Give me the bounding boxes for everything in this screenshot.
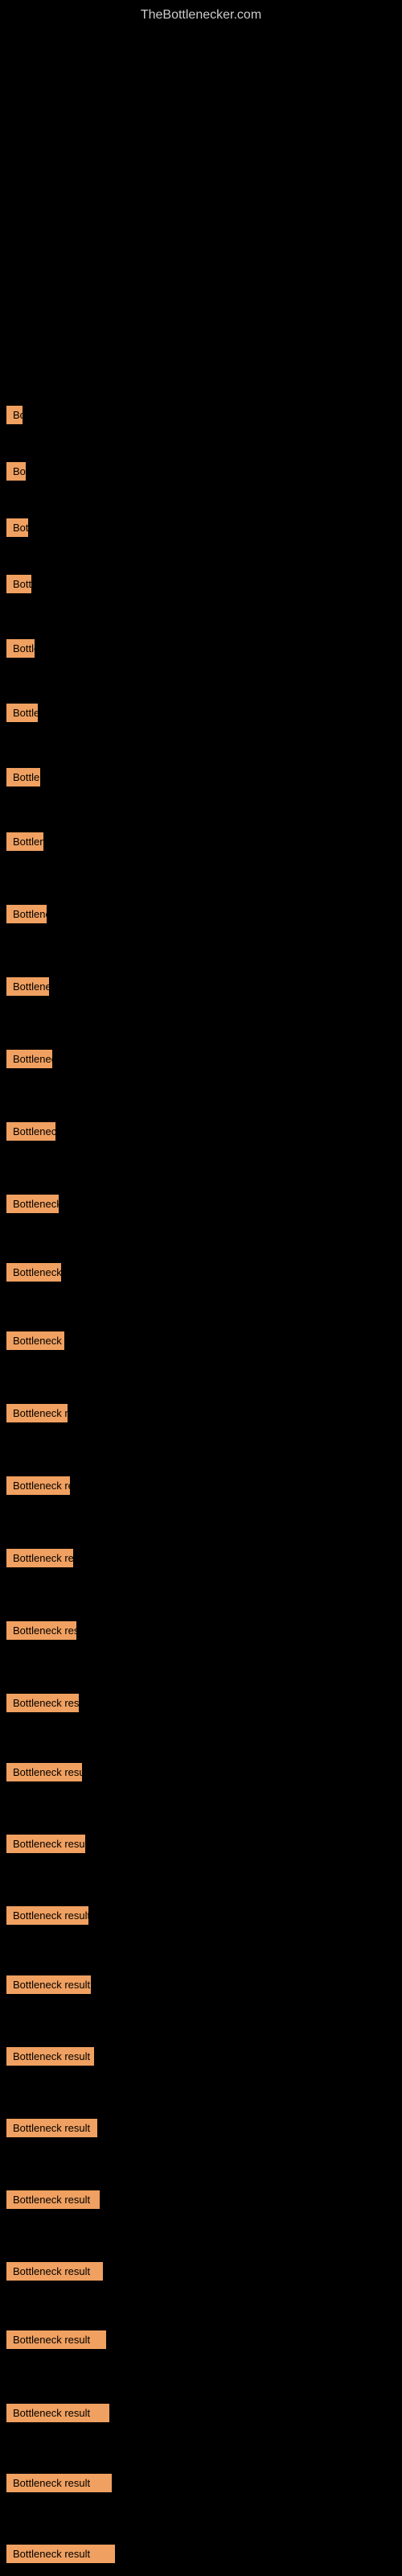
list-item: Bottleneck result	[3, 972, 49, 1005]
list-item: Bottleneck result	[3, 2114, 97, 2146]
bottleneck-bar: Bottleneck result	[6, 1122, 55, 1141]
bottleneck-bar: Bottleneck result	[6, 1263, 61, 1282]
bottleneck-bar: Bottleneck result	[6, 1476, 70, 1495]
list-item: Bottleneck result	[3, 900, 47, 932]
bottleneck-bar: Bottleneck result	[6, 575, 31, 593]
bottleneck-bar: Bottleneck result	[6, 2545, 115, 2563]
list-item: Bottleneck result	[3, 634, 35, 667]
bottleneck-bar: Bottleneck result	[6, 2047, 94, 2066]
list-item: Bottleneck result	[3, 1472, 70, 1504]
bottleneck-bar: Bottleneck result	[6, 2119, 97, 2137]
list-item: Bottleneck result	[3, 1616, 76, 1649]
site-title: TheBottlenecker.com	[0, 0, 402, 31]
bottleneck-bar: Bottleneck result	[6, 832, 43, 851]
list-item: Bottleneck result	[3, 1689, 79, 1721]
bottleneck-bar: Bottleneck result	[6, 1050, 52, 1068]
list-item: Bottleneck result	[3, 1758, 82, 1790]
list-item: Bottleneck result	[3, 2540, 115, 2572]
bottleneck-bar: Bottleneck result	[6, 1331, 64, 1350]
bottleneck-bar: Bottleneck result	[6, 2262, 103, 2281]
bottleneck-bar: Bottleneck result	[6, 768, 40, 786]
bottleneck-bar: Bottleneck result	[6, 1694, 79, 1712]
list-item: Bottleneck result	[3, 1830, 85, 1862]
list-item: Bottleneck result	[3, 1544, 73, 1576]
bottleneck-bar: Bottleneck result	[6, 639, 35, 658]
list-item: Bottleneck result	[3, 1327, 64, 1359]
list-item: Bottleneck result	[3, 828, 43, 860]
list-item: Bottleneck result	[3, 1901, 88, 1934]
list-item: Bottleneck result	[3, 1045, 52, 1077]
list-item: Bottleneck result	[3, 1971, 91, 2003]
list-item: Bottleneck result	[3, 1190, 59, 1222]
list-item: Bottleneck result	[3, 1258, 61, 1290]
bottleneck-bar: Bottleneck result	[6, 1621, 76, 1640]
bottleneck-bar: Bottleneck result	[6, 518, 28, 537]
list-item: Bottleneck result	[3, 1399, 68, 1431]
list-item: Bottleneck result	[3, 2257, 103, 2289]
bottleneck-bar: Bottleneck result	[6, 2404, 109, 2422]
bottleneck-bar: Bottleneck result	[6, 1404, 68, 1422]
bottleneck-bar: Bottleneck result	[6, 1195, 59, 1213]
list-item: Bottleneck result	[3, 457, 26, 489]
bottleneck-bar: Bottleneck result	[6, 1549, 73, 1567]
list-item: Bottleneck result	[3, 699, 38, 731]
bottleneck-bar: Bottleneck result	[6, 2474, 112, 2492]
bottleneck-bar: Bottleneck result	[6, 2330, 106, 2349]
bottleneck-bar: Bottleneck result	[6, 1975, 91, 1994]
bottleneck-bar: Bottleneck result	[6, 704, 38, 722]
list-item: Bottleneck result	[3, 763, 40, 795]
bottleneck-bar: Bottleneck result	[6, 406, 23, 424]
bottleneck-bar: Bottleneck result	[6, 1763, 82, 1781]
bottleneck-bar: Bottleneck result	[6, 2190, 100, 2209]
list-item: Bottleneck result	[3, 401, 23, 433]
list-item: Bottleneck result	[3, 2469, 112, 2501]
list-item: Bottleneck result	[3, 570, 31, 602]
list-item: Bottleneck result	[3, 1117, 55, 1150]
list-item: Bottleneck result	[3, 514, 28, 546]
bottleneck-bar: Bottleneck result	[6, 905, 47, 923]
bottleneck-bar: Bottleneck result	[6, 462, 26, 481]
list-item: Bottleneck result	[3, 2186, 100, 2218]
list-item: Bottleneck result	[3, 2042, 94, 2074]
bottleneck-bar: Bottleneck result	[6, 1835, 85, 1853]
bottleneck-bar: Bottleneck result	[6, 1906, 88, 1925]
list-item: Bottleneck result	[3, 2399, 109, 2431]
list-item: Bottleneck result	[3, 2326, 106, 2358]
bottleneck-bar: Bottleneck result	[6, 977, 49, 996]
